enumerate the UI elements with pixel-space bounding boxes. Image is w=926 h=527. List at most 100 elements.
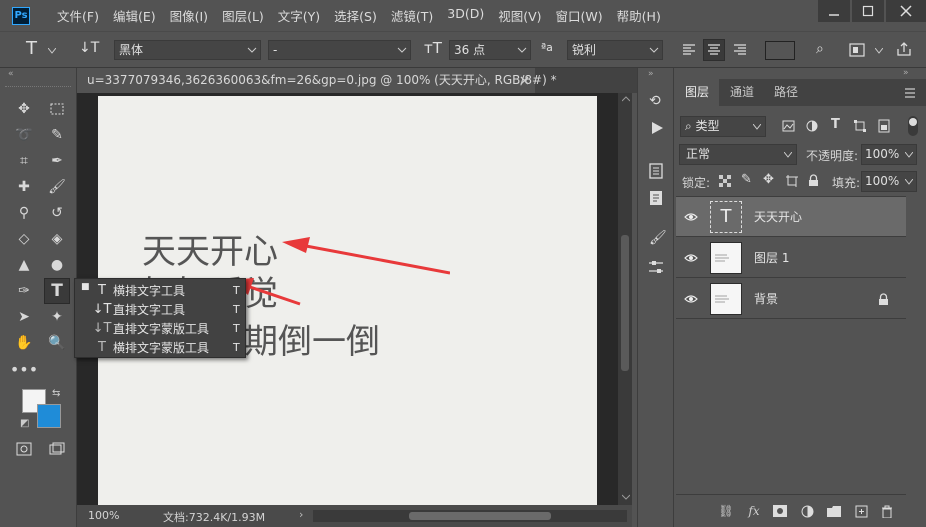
crop-tool-icon[interactable]: ⌗	[13, 150, 35, 172]
flyout-item-vertical-type[interactable]: ↓T 直排文字工具 T	[75, 300, 247, 319]
brush-settings-icon[interactable]: 🖌	[649, 230, 667, 246]
lock-image-icon[interactable]: ✎	[741, 172, 752, 187]
more-tools-icon[interactable]: •••	[10, 358, 38, 380]
dodge-tool-icon[interactable]: ●	[46, 254, 68, 276]
layer-name[interactable]: 背景	[754, 290, 778, 307]
trash-icon[interactable]	[879, 503, 895, 519]
adjustments-panel-icon[interactable]	[648, 259, 664, 275]
filter-toggle[interactable]	[908, 116, 918, 136]
pen-tool-icon[interactable]: ✑	[13, 280, 35, 302]
quick-mask-icon[interactable]	[13, 438, 35, 460]
filter-type-icon[interactable]: T	[831, 117, 840, 132]
actions-panel-icon[interactable]	[650, 121, 664, 135]
align-left-icon[interactable]	[682, 43, 696, 57]
fill-input[interactable]: 100%	[861, 171, 917, 192]
blur-tool-icon[interactable]: ▲	[13, 254, 35, 276]
visibility-eye-icon[interactable]	[676, 294, 706, 304]
minimize-button[interactable]	[818, 0, 850, 22]
horizontal-scrollbar-thumb[interactable]	[409, 512, 551, 520]
menu-type[interactable]: 文字(Y)	[271, 6, 327, 25]
tab-paths[interactable]: 路径	[764, 79, 808, 106]
font-family-select[interactable]: 黑体	[114, 40, 261, 60]
fx-icon[interactable]: fx	[746, 503, 762, 519]
clone-stamp-tool-icon[interactable]: ⚲	[13, 202, 35, 224]
flyout-item-horizontal-type[interactable]: ■ T 横排文字工具 T	[75, 281, 247, 300]
mask-icon[interactable]	[772, 503, 788, 519]
expand-panels-icon[interactable]: »	[648, 69, 654, 79]
menu-layer[interactable]: 图层(L)	[215, 6, 271, 25]
group-icon[interactable]	[826, 503, 842, 519]
history-panel-icon[interactable]: ⟲	[649, 93, 661, 109]
blend-mode-select[interactable]: 正常	[679, 144, 797, 165]
visibility-eye-icon[interactable]	[676, 212, 706, 222]
zoom-tool-icon[interactable]: 🔍	[46, 332, 68, 354]
adjustment-icon[interactable]	[799, 503, 815, 519]
shape-tool-icon[interactable]: ✦	[46, 306, 68, 328]
brush-tool-icon[interactable]: 🖌	[46, 176, 68, 198]
lock-artboard-icon[interactable]	[786, 175, 798, 187]
properties-panel-icon[interactable]	[649, 163, 663, 179]
character-panel-icon[interactable]	[849, 43, 865, 57]
lock-transparent-icon[interactable]	[719, 175, 731, 187]
marquee-tool-icon[interactable]	[46, 98, 68, 120]
filter-adjustment-icon[interactable]	[806, 120, 818, 132]
screen-mode-icon[interactable]	[46, 438, 68, 460]
align-center-button[interactable]	[703, 39, 725, 61]
background-color-swatch[interactable]	[37, 404, 61, 428]
healing-brush-tool-icon[interactable]: ✚	[13, 176, 35, 198]
libraries-panel-icon[interactable]	[649, 190, 663, 206]
history-brush-tool-icon[interactable]: ↺	[46, 202, 68, 224]
menu-select[interactable]: 选择(S)	[327, 6, 384, 25]
chevron-down-icon[interactable]	[875, 48, 883, 54]
font-style-select[interactable]: -	[268, 40, 411, 60]
share-icon[interactable]	[896, 41, 912, 57]
flyout-item-vertical-type-mask[interactable]: ↓T 直排文字蒙版工具 T	[75, 319, 247, 338]
new-layer-icon[interactable]	[853, 503, 869, 519]
collapse-panel-icon[interactable]: «	[8, 69, 14, 79]
status-menu-chevron-icon[interactable]: ›	[299, 508, 303, 521]
lock-all-icon[interactable]	[808, 174, 819, 187]
menu-image[interactable]: 图像(I)	[163, 6, 215, 25]
scroll-down-icon[interactable]	[622, 494, 630, 500]
flyout-item-horizontal-type-mask[interactable]: T 横排文字蒙版工具 T	[75, 338, 247, 357]
layer-filter-select[interactable]: ⌕ 类型	[680, 116, 766, 137]
menu-window[interactable]: 窗口(W)	[549, 6, 610, 25]
document-tab[interactable]: u=3377079346,3626360063&fm=26&gp=0.jpg @…	[77, 68, 557, 93]
layer-row-image[interactable]: 图层 1	[676, 238, 906, 278]
panel-menu-icon[interactable]	[904, 88, 916, 98]
layer-name[interactable]: 图层 1	[754, 249, 789, 266]
scrollbar-thumb[interactable]	[621, 235, 629, 371]
path-selection-tool-icon[interactable]: ➤	[13, 306, 35, 328]
tab-layers[interactable]: 图层	[675, 79, 720, 106]
antialias-select[interactable]: 锐利	[567, 40, 663, 60]
hand-tool-icon[interactable]: ✋	[13, 332, 35, 354]
paint-bucket-tool-icon[interactable]: ◈	[46, 228, 68, 250]
font-size-select[interactable]: 36 点	[449, 40, 531, 60]
link-icon[interactable]: ⛓	[718, 503, 734, 519]
horizontal-scrollbar[interactable]	[313, 510, 627, 522]
opacity-input[interactable]: 100%	[861, 144, 917, 165]
maximize-button[interactable]	[852, 0, 884, 22]
filter-pixel-icon[interactable]	[782, 120, 795, 132]
quick-select-tool-icon[interactable]: ✎	[46, 124, 68, 146]
text-color-swatch[interactable]	[765, 41, 795, 60]
layer-row-text[interactable]: T 天天开心	[676, 197, 906, 237]
scroll-up-icon[interactable]	[622, 96, 630, 102]
visibility-eye-icon[interactable]	[676, 253, 706, 263]
tab-channels[interactable]: 通道	[720, 79, 764, 106]
collapse-layers-panel-icon[interactable]: »	[903, 68, 909, 78]
close-icon[interactable]	[520, 76, 529, 85]
menu-3d[interactable]: 3D(D)	[440, 6, 491, 25]
swap-colors-icon[interactable]: ⇆	[52, 388, 60, 399]
lasso-tool-icon[interactable]: ➰	[13, 124, 35, 146]
text-orientation-toggle-icon[interactable]: ↓T	[79, 40, 99, 56]
warp-text-icon[interactable]: ⌕	[816, 41, 824, 57]
eyedropper-tool-icon[interactable]: ✒	[46, 150, 68, 172]
menu-filter[interactable]: 滤镜(T)	[384, 6, 440, 25]
menu-file[interactable]: 文件(F)	[50, 6, 106, 25]
close-window-button[interactable]	[886, 0, 926, 22]
menu-edit[interactable]: 编辑(E)	[106, 6, 163, 25]
align-right-icon[interactable]	[733, 43, 747, 57]
layer-name[interactable]: 天天开心	[754, 208, 802, 225]
filter-smart-object-icon[interactable]	[878, 119, 890, 133]
